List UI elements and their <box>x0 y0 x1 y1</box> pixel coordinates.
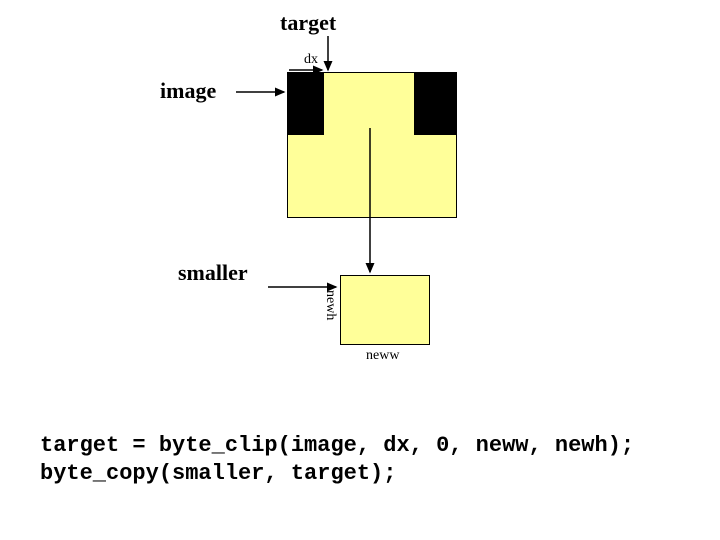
label-smaller: smaller <box>178 260 248 286</box>
code-line-1: target = byte_clip(image, dx, 0, neww, n… <box>40 433 634 458</box>
smaller-rect <box>340 275 430 345</box>
code-block: target = byte_clip(image, dx, 0, neww, n… <box>40 432 634 487</box>
label-neww: neww <box>366 348 399 364</box>
label-target: target <box>280 10 336 36</box>
label-newh: newh <box>322 290 338 320</box>
image-black-left <box>288 73 324 135</box>
code-line-2: byte_copy(smaller, target); <box>40 461 396 486</box>
diagram-stage: target image smaller dx neww newh target… <box>0 0 720 540</box>
label-dx: dx <box>304 52 318 68</box>
image-black-right <box>414 73 456 135</box>
label-image: image <box>160 78 216 104</box>
